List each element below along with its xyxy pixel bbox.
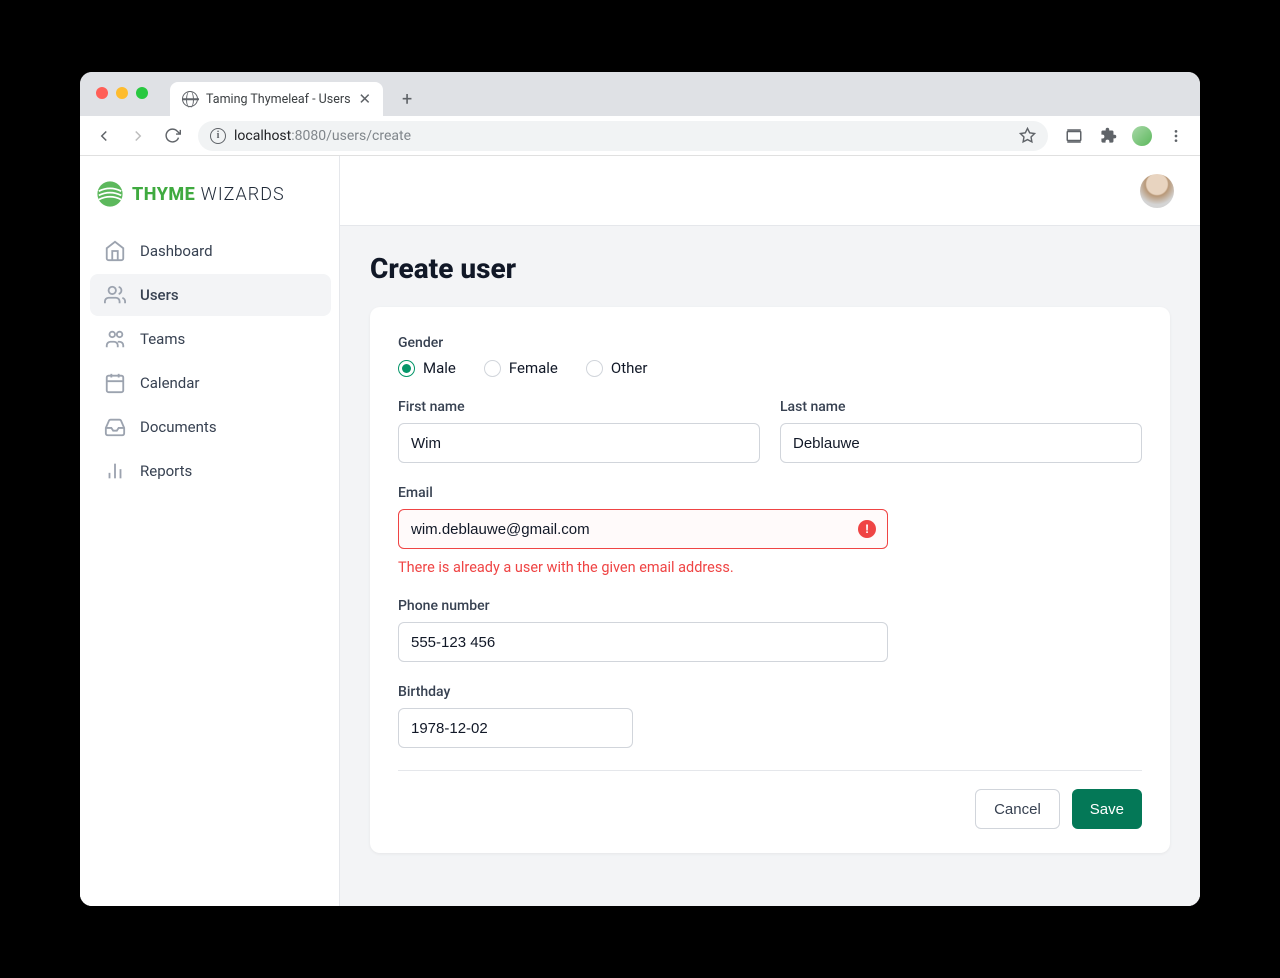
sidebar-item-calendar[interactable]: Calendar	[90, 362, 331, 404]
email-error-message: There is already a user with the given e…	[398, 559, 888, 576]
save-button[interactable]: Save	[1072, 789, 1142, 829]
close-window-button[interactable]	[96, 87, 108, 99]
browser-window: Taming Thymeleaf - Users ✕ + i localhost…	[80, 72, 1200, 906]
profile-button[interactable]	[1128, 122, 1156, 150]
gender-radio-group: Male Female Other	[398, 359, 1142, 377]
sidebar-item-label: Calendar	[140, 374, 200, 392]
app-header	[340, 156, 1200, 226]
error-icon: !	[858, 520, 876, 538]
reload-button[interactable]	[158, 122, 186, 150]
sidebar-item-reports[interactable]: Reports	[90, 450, 331, 492]
reports-icon	[104, 460, 126, 482]
globe-icon	[182, 91, 198, 107]
browser-toolbar: i localhost:8080/users/create	[80, 116, 1200, 156]
url-bar[interactable]: i localhost:8080/users/create	[198, 121, 1048, 151]
radio-icon	[484, 360, 501, 377]
new-tab-button[interactable]: +	[393, 85, 421, 113]
close-tab-icon[interactable]: ✕	[359, 92, 372, 107]
last-name-input[interactable]	[780, 423, 1142, 463]
menu-button[interactable]	[1162, 122, 1190, 150]
back-button[interactable]	[90, 122, 118, 150]
bookmark-icon[interactable]	[1019, 127, 1036, 144]
form-card: Gender Male Female Other	[370, 307, 1170, 853]
logo-text: THYME WIZARDS	[132, 184, 285, 205]
minimize-window-button[interactable]	[116, 87, 128, 99]
radio-icon	[398, 360, 415, 377]
birthday-input[interactable]	[398, 708, 633, 748]
radio-other[interactable]: Other	[586, 359, 648, 377]
radio-label: Other	[611, 359, 648, 377]
sidebar-item-label: Documents	[140, 418, 217, 436]
maximize-window-button[interactable]	[136, 87, 148, 99]
sidebar-item-users[interactable]: Users	[90, 274, 331, 316]
team-icon	[104, 328, 126, 350]
sidebar-item-dashboard[interactable]: Dashboard	[90, 230, 331, 272]
divider	[398, 770, 1142, 771]
radio-icon	[586, 360, 603, 377]
calendar-icon	[104, 372, 126, 394]
gender-label: Gender	[398, 335, 1142, 351]
logo: THYME WIZARDS	[90, 174, 331, 230]
radio-label: Female	[509, 359, 558, 377]
tab-title: Taming Thymeleaf - Users	[206, 92, 351, 107]
radio-female[interactable]: Female	[484, 359, 558, 377]
logo-icon	[96, 180, 124, 208]
email-label: Email	[398, 485, 888, 501]
first-name-input[interactable]	[398, 423, 760, 463]
documents-icon	[104, 416, 126, 438]
extensions-icon[interactable]	[1094, 122, 1122, 150]
phone-label: Phone number	[398, 598, 888, 614]
profile-avatar-icon	[1132, 126, 1152, 146]
radio-label: Male	[423, 359, 456, 377]
email-input[interactable]	[398, 509, 888, 549]
sidebar-item-teams[interactable]: Teams	[90, 318, 331, 360]
page-title: Create user	[370, 252, 1170, 285]
responsive-icon[interactable]	[1060, 122, 1088, 150]
browser-tab[interactable]: Taming Thymeleaf - Users ✕	[170, 82, 383, 116]
form-actions: Cancel Save	[398, 789, 1142, 829]
sidebar-item-label: Teams	[140, 330, 185, 348]
sidebar-item-label: Dashboard	[140, 242, 213, 260]
sidebar-item-label: Users	[140, 286, 179, 304]
birthday-label: Birthday	[398, 684, 633, 700]
url-text: localhost:8080/users/create	[234, 128, 411, 144]
main: Create user Gender Male Female	[340, 156, 1200, 906]
home-icon	[104, 240, 126, 262]
cancel-button[interactable]: Cancel	[975, 789, 1060, 829]
sidebar: THYME WIZARDS Dashboard Users Teams	[80, 156, 340, 906]
sidebar-item-documents[interactable]: Documents	[90, 406, 331, 448]
titlebar: Taming Thymeleaf - Users ✕ +	[80, 72, 1200, 116]
first-name-label: First name	[398, 399, 760, 415]
site-info-icon[interactable]: i	[210, 128, 226, 144]
forward-button[interactable]	[124, 122, 152, 150]
users-icon	[104, 284, 126, 306]
window-controls	[96, 87, 148, 99]
phone-input[interactable]	[398, 622, 888, 662]
user-avatar[interactable]	[1140, 174, 1174, 208]
sidebar-item-label: Reports	[140, 462, 192, 480]
last-name-label: Last name	[780, 399, 1142, 415]
app: THYME WIZARDS Dashboard Users Teams	[80, 156, 1200, 906]
content: Create user Gender Male Female	[340, 226, 1200, 879]
radio-male[interactable]: Male	[398, 359, 456, 377]
